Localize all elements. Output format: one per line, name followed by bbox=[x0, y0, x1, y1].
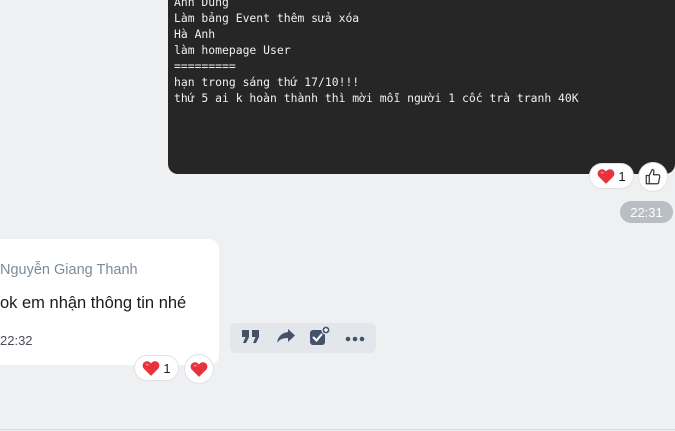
code-line: Hà Anh bbox=[174, 27, 216, 41]
reaction-count: 1 bbox=[163, 360, 171, 376]
code-line: thứ 5 ai k hoàn thành thì mời mỗi người … bbox=[174, 91, 579, 105]
code-line: Anh Dũng bbox=[174, 0, 229, 9]
quick-heart-reaction-button[interactable] bbox=[185, 355, 213, 383]
like-button[interactable] bbox=[639, 163, 667, 191]
more-icon bbox=[345, 329, 365, 347]
message-action-bar bbox=[230, 323, 376, 353]
reaction-heart-count[interactable]: 1 bbox=[590, 164, 633, 188]
forward-button[interactable] bbox=[274, 326, 298, 350]
code-line: ========= bbox=[174, 59, 236, 73]
reaction-count: 1 bbox=[618, 168, 626, 184]
incoming-message-bubble: Nguyễn Giang Thanh ok em nhận thông tin … bbox=[0, 239, 219, 365]
divider bbox=[0, 429, 675, 430]
sender-name: Nguyễn Giang Thanh bbox=[0, 262, 138, 278]
reply-quote-button[interactable] bbox=[239, 326, 263, 350]
forward-icon bbox=[276, 327, 296, 350]
code-text: Anh Dũng Làm bảng Event thêm sửa xóa Hà … bbox=[174, 0, 579, 106]
heart-icon bbox=[190, 361, 208, 377]
code-line: Làm bảng Event thêm sửa xóa bbox=[174, 11, 360, 25]
heart-icon bbox=[597, 168, 615, 184]
heart-icon bbox=[142, 360, 160, 376]
message-text: ok em nhận thông tin nhé bbox=[0, 294, 187, 312]
quote-icon bbox=[241, 327, 261, 350]
reaction-heart-count[interactable]: 1 bbox=[135, 356, 178, 380]
message-time: 22:32 bbox=[0, 333, 33, 348]
more-options-button[interactable] bbox=[343, 326, 367, 350]
code-line: làm homepage User bbox=[174, 43, 291, 57]
thumbs-up-icon bbox=[644, 168, 662, 186]
message-time-badge: 22:31 bbox=[620, 201, 673, 223]
add-task-button[interactable] bbox=[308, 324, 332, 351]
code-line: hạn trong sáng thứ 17/10!!! bbox=[174, 75, 360, 89]
code-message-bubble: Anh Dũng Làm bảng Event thêm sửa xóa Hà … bbox=[168, 0, 675, 174]
add-task-icon bbox=[309, 324, 331, 351]
